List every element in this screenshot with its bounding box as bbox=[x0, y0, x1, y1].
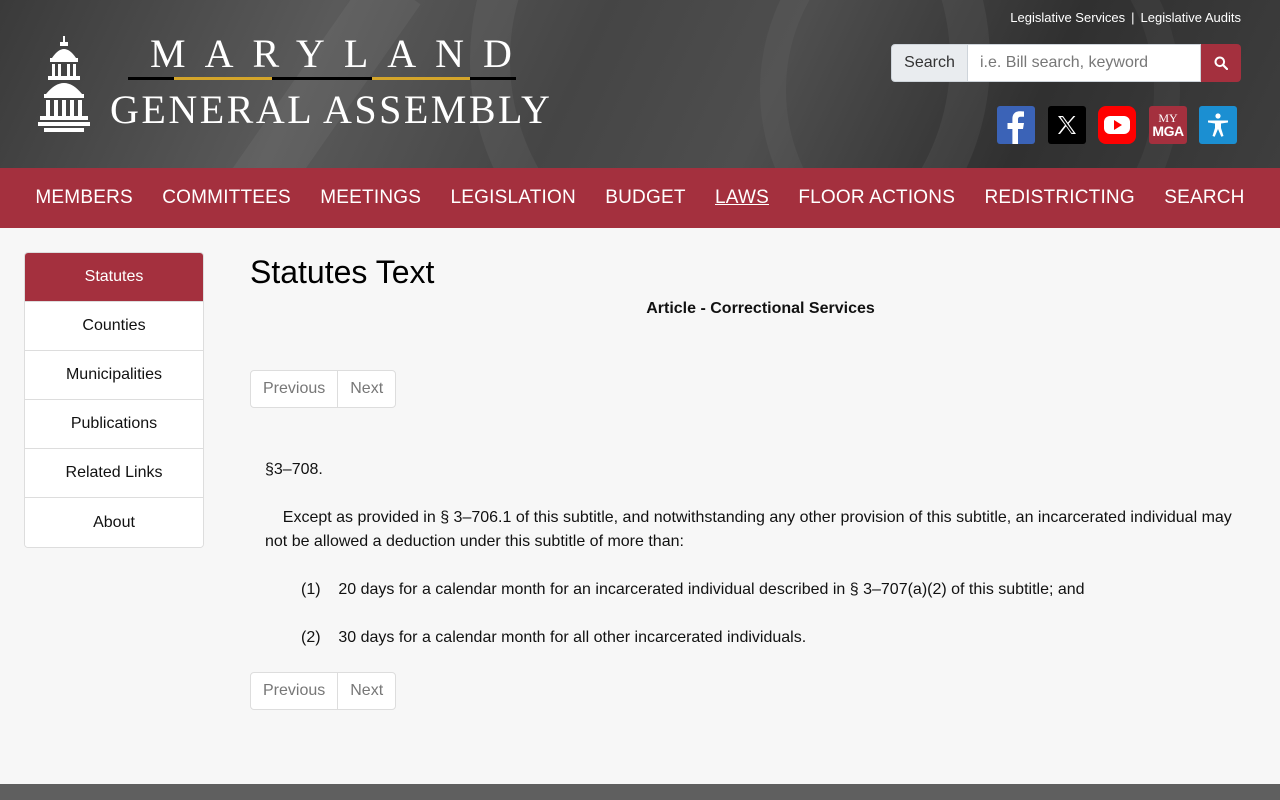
facebook-icon bbox=[1007, 111, 1024, 144]
top-links-separator: | bbox=[1131, 10, 1135, 25]
sidebar: Statutes Counties Municipalities Publica… bbox=[24, 252, 204, 548]
search-icon bbox=[1214, 56, 1228, 70]
legislative-services-link[interactable]: Legislative Services bbox=[1010, 10, 1125, 25]
nav-budget[interactable]: BUDGET bbox=[605, 187, 685, 209]
nav-search[interactable]: SEARCH bbox=[1164, 187, 1244, 209]
x-twitter-icon bbox=[1058, 116, 1076, 134]
accessibility-icon bbox=[1208, 113, 1228, 137]
mymga-button[interactable]: MY MGA bbox=[1149, 106, 1187, 144]
sidebar-item-related-links[interactable]: Related Links bbox=[25, 449, 203, 498]
site-header: Legislative Services | Legislative Audits … bbox=[0, 0, 1280, 168]
logo-maryland-text[interactable]: MARYLAND bbox=[150, 30, 531, 77]
sidebar-item-publications[interactable]: Publications bbox=[25, 400, 203, 449]
youtube-button[interactable] bbox=[1098, 106, 1136, 144]
main-nav: MEMBERS COMMITTEES MEETINGS LEGISLATION … bbox=[0, 168, 1280, 228]
facebook-button[interactable] bbox=[997, 106, 1035, 144]
nav-members[interactable]: MEMBERS bbox=[35, 187, 132, 209]
header-background-beam bbox=[199, 0, 421, 168]
section-number: §3–708. bbox=[265, 461, 323, 478]
sidebar-item-about[interactable]: About bbox=[25, 498, 203, 547]
legislative-audits-link[interactable]: Legislative Audits bbox=[1141, 10, 1241, 25]
pager-top: Previous Next bbox=[250, 370, 397, 408]
logo-divider bbox=[128, 77, 516, 80]
next-button[interactable]: Next bbox=[337, 673, 395, 709]
statute-item-text: 30 days for a calendar month for all oth… bbox=[338, 629, 807, 646]
nav-committees[interactable]: COMMITTEES bbox=[162, 187, 291, 209]
accessibility-button[interactable] bbox=[1199, 106, 1237, 144]
sidebar-item-counties[interactable]: Counties bbox=[25, 302, 203, 351]
logo-general-assembly-text[interactable]: GENERAL ASSEMBLY bbox=[110, 86, 552, 133]
sidebar-item-municipalities[interactable]: Municipalities bbox=[25, 351, 203, 400]
statute-item: (2) 30 days for a calendar month for all… bbox=[265, 626, 1245, 650]
capitol-dome-icon[interactable] bbox=[38, 36, 90, 132]
pager-bottom: Previous Next bbox=[250, 672, 397, 710]
nav-floor-actions[interactable]: FLOOR ACTIONS bbox=[798, 187, 955, 209]
article-heading: Article - Correctional Services bbox=[646, 300, 875, 317]
next-button[interactable]: Next bbox=[337, 371, 395, 407]
nav-meetings[interactable]: MEETINGS bbox=[320, 187, 421, 209]
statute-paragraph-text: Except as provided in § 3–706.1 of this … bbox=[265, 509, 1232, 550]
nav-redistricting[interactable]: REDISTRICTING bbox=[984, 187, 1134, 209]
nav-legislation[interactable]: LEGISLATION bbox=[451, 187, 576, 209]
statute-text: §3–708. Except as provided in § 3–706.1 … bbox=[265, 458, 1245, 674]
header-search: Search bbox=[891, 44, 1241, 82]
youtube-icon bbox=[1098, 106, 1136, 144]
footer bbox=[0, 784, 1280, 800]
search-button[interactable] bbox=[1201, 44, 1241, 82]
top-links: Legislative Services | Legislative Audits bbox=[1010, 10, 1241, 25]
statute-paragraph: Except as provided in § 3–706.1 of this … bbox=[265, 506, 1245, 554]
search-input[interactable] bbox=[968, 44, 1201, 82]
nav-laws[interactable]: LAWS bbox=[715, 187, 769, 209]
statute-item: (1) 20 days for a calendar month for an … bbox=[265, 578, 1245, 602]
statute-item-number: (2) bbox=[301, 629, 321, 646]
sidebar-item-statutes[interactable]: Statutes bbox=[25, 253, 203, 302]
page-title: Statutes Text bbox=[250, 254, 435, 290]
x-twitter-button[interactable] bbox=[1048, 106, 1086, 144]
statute-item-number: (1) bbox=[301, 581, 321, 598]
search-label: Search bbox=[891, 44, 968, 82]
statute-item-text: 20 days for a calendar month for an inca… bbox=[338, 581, 1085, 598]
previous-button[interactable]: Previous bbox=[251, 673, 337, 709]
mymga-icon-bottom: MGA bbox=[1152, 123, 1184, 139]
previous-button[interactable]: Previous bbox=[251, 371, 337, 407]
